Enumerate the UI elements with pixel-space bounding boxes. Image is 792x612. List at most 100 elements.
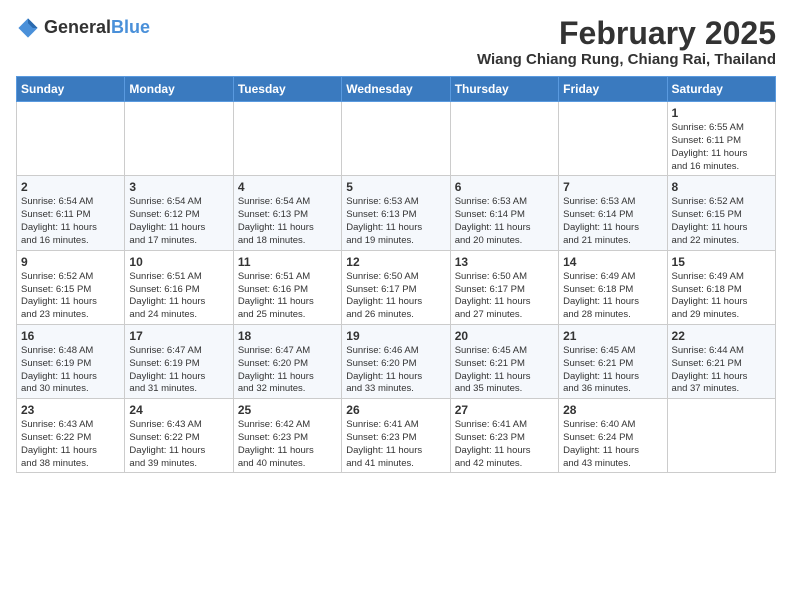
col-wednesday: Wednesday [342, 77, 450, 102]
logo-icon [16, 16, 40, 40]
col-monday: Monday [125, 77, 233, 102]
calendar-cell: 4Sunrise: 6:54 AM Sunset: 6:13 PM Daylig… [233, 176, 341, 250]
page-header: GeneralBlue February 2025 Wiang Chiang R… [16, 16, 776, 68]
day-info: Sunrise: 6:51 AM Sunset: 6:16 PM Dayligh… [238, 271, 337, 322]
calendar-cell: 28 Sunrise: 6:40 AM Sunset: 6:24 PM Dayli… [559, 399, 667, 473]
day-info: Sunrise: 6:49 AM Sunset: 6:18 PM Dayligh… [563, 271, 662, 322]
day-number: 23 [21, 403, 120, 417]
day-info: Sunrise: 6:44 AM Sunset: 6:21 PM Dayligh… [672, 345, 771, 396]
day-info: Sunrise: 6:49 AM Sunset: 6:18 PM Dayligh… [672, 271, 771, 322]
day-number: 26 [346, 403, 445, 417]
calendar-header-row: Sunday Monday Tuesday Wednesday Thursday… [17, 77, 776, 102]
day-number: 2 [21, 180, 120, 194]
calendar-cell: 7 Sunrise: 6:53 AM Sunset: 6:14 PM Daylig… [559, 176, 667, 250]
day-number: 28 [563, 403, 662, 417]
calendar-cell: 27Sunrise: 6:41 AM Sunset: 6:23 PM Dayli… [450, 399, 558, 473]
logo: GeneralBlue [16, 16, 150, 40]
col-friday: Friday [559, 77, 667, 102]
calendar-week-row: 23 Sunrise: 6:43 AM Sunset: 6:22 PM Dayli… [17, 399, 776, 473]
calendar-cell [125, 102, 233, 176]
day-info: Sunrise: 6:52 AM Sunset: 6:15 PM Dayligh… [21, 271, 120, 322]
calendar-cell: 14 Sunrise: 6:49 AM Sunset: 6:18 PM Dayli… [559, 250, 667, 324]
day-number: 27 [455, 403, 554, 417]
day-info: Sunrise: 6:50 AM Sunset: 6:17 PM Dayligh… [455, 271, 554, 322]
col-saturday: Saturday [667, 77, 775, 102]
calendar-week-row: 2 Sunrise: 6:54 AM Sunset: 6:11 PM Daylig… [17, 176, 776, 250]
calendar-cell: 24Sunrise: 6:43 AM Sunset: 6:22 PM Dayli… [125, 399, 233, 473]
day-info: Sunrise: 6:54 AM Sunset: 6:11 PM Dayligh… [21, 196, 120, 247]
day-info: Sunrise: 6:40 AM Sunset: 6:24 PM Dayligh… [563, 419, 662, 470]
day-info: Sunrise: 6:47 AM Sunset: 6:20 PM Dayligh… [238, 345, 337, 396]
day-number: 16 [21, 329, 120, 343]
day-info: Sunrise: 6:48 AM Sunset: 6:19 PM Dayligh… [21, 345, 120, 396]
calendar-cell: 9 Sunrise: 6:52 AM Sunset: 6:15 PM Daylig… [17, 250, 125, 324]
calendar-cell [17, 102, 125, 176]
day-info: Sunrise: 6:51 AM Sunset: 6:16 PM Dayligh… [129, 271, 228, 322]
day-info: Sunrise: 6:47 AM Sunset: 6:19 PM Dayligh… [129, 345, 228, 396]
day-info: Sunrise: 6:43 AM Sunset: 6:22 PM Dayligh… [129, 419, 228, 470]
day-info: Sunrise: 6:52 AM Sunset: 6:15 PM Dayligh… [672, 196, 771, 247]
calendar-cell: 26 Sunrise: 6:41 AM Sunset: 6:23 PM Dayli… [342, 399, 450, 473]
calendar-cell: 23 Sunrise: 6:43 AM Sunset: 6:22 PM Dayli… [17, 399, 125, 473]
day-info: Sunrise: 6:53 AM Sunset: 6:13 PM Dayligh… [346, 196, 445, 247]
calendar-cell [559, 102, 667, 176]
day-info: Sunrise: 6:41 AM Sunset: 6:23 PM Dayligh… [346, 419, 445, 470]
day-number: 7 [563, 180, 662, 194]
day-number: 9 [21, 255, 120, 269]
calendar-cell: 16 Sunrise: 6:48 AM Sunset: 6:19 PM Dayli… [17, 324, 125, 398]
day-info: Sunrise: 6:54 AM Sunset: 6:12 PM Dayligh… [129, 196, 228, 247]
calendar-cell: 18 Sunrise: 6:47 AM Sunset: 6:20 PM Dayli… [233, 324, 341, 398]
day-info: Sunrise: 6:45 AM Sunset: 6:21 PM Dayligh… [455, 345, 554, 396]
calendar-table: Sunday Monday Tuesday Wednesday Thursday… [16, 76, 776, 473]
day-number: 4 [238, 180, 337, 194]
calendar-cell: 10 Sunrise: 6:51 AM Sunset: 6:16 PM Dayli… [125, 250, 233, 324]
day-number: 15 [672, 255, 771, 269]
calendar-cell [233, 102, 341, 176]
col-tuesday: Tuesday [233, 77, 341, 102]
calendar-cell: 6Sunrise: 6:53 AM Sunset: 6:14 PM Daylig… [450, 176, 558, 250]
title-block: February 2025 Wiang Chiang Rung, Chiang … [477, 16, 776, 68]
day-number: 17 [129, 329, 228, 343]
calendar-week-row: 1Sunrise: 6:55 AM Sunset: 6:11 PM Daylig… [17, 102, 776, 176]
day-info: Sunrise: 6:43 AM Sunset: 6:22 PM Dayligh… [21, 419, 120, 470]
day-number: 25 [238, 403, 337, 417]
day-number: 22 [672, 329, 771, 343]
col-sunday: Sunday [17, 77, 125, 102]
calendar-cell: 2 Sunrise: 6:54 AM Sunset: 6:11 PM Daylig… [17, 176, 125, 250]
col-thursday: Thursday [450, 77, 558, 102]
calendar-cell: 13 Sunrise: 6:50 AM Sunset: 6:17 PM Dayli… [450, 250, 558, 324]
day-number: 13 [455, 255, 554, 269]
calendar-cell: 15 Sunrise: 6:49 AM Sunset: 6:18 PM Dayli… [667, 250, 775, 324]
calendar-cell: 1Sunrise: 6:55 AM Sunset: 6:11 PM Daylig… [667, 102, 775, 176]
day-info: Sunrise: 6:53 AM Sunset: 6:14 PM Dayligh… [563, 196, 662, 247]
calendar-cell: 22 Sunrise: 6:44 AM Sunset: 6:21 PM Dayli… [667, 324, 775, 398]
calendar-cell [342, 102, 450, 176]
calendar-cell: 19 Sunrise: 6:46 AM Sunset: 6:20 PM Dayli… [342, 324, 450, 398]
calendar-cell: 17 Sunrise: 6:47 AM Sunset: 6:19 PM Dayli… [125, 324, 233, 398]
calendar-cell: 20Sunrise: 6:45 AM Sunset: 6:21 PM Dayli… [450, 324, 558, 398]
logo-general-text: GeneralBlue [44, 18, 150, 38]
day-info: Sunrise: 6:46 AM Sunset: 6:20 PM Dayligh… [346, 345, 445, 396]
calendar-cell [450, 102, 558, 176]
day-number: 21 [563, 329, 662, 343]
day-number: 18 [238, 329, 337, 343]
day-number: 10 [129, 255, 228, 269]
day-number: 8 [672, 180, 771, 194]
day-number: 1 [672, 106, 771, 120]
day-number: 14 [563, 255, 662, 269]
calendar-cell: 12 Sunrise: 6:50 AM Sunset: 6:17 PM Dayli… [342, 250, 450, 324]
calendar-cell [667, 399, 775, 473]
calendar-cell: 8 Sunrise: 6:52 AM Sunset: 6:15 PM Daylig… [667, 176, 775, 250]
calendar-week-row: 16 Sunrise: 6:48 AM Sunset: 6:19 PM Dayli… [17, 324, 776, 398]
day-info: Sunrise: 6:45 AM Sunset: 6:21 PM Dayligh… [563, 345, 662, 396]
day-number: 12 [346, 255, 445, 269]
calendar-cell: 21 Sunrise: 6:45 AM Sunset: 6:21 PM Dayli… [559, 324, 667, 398]
day-number: 6 [455, 180, 554, 194]
day-number: 5 [346, 180, 445, 194]
calendar-cell: 5 Sunrise: 6:53 AM Sunset: 6:13 PM Daylig… [342, 176, 450, 250]
day-info: Sunrise: 6:50 AM Sunset: 6:17 PM Dayligh… [346, 271, 445, 322]
day-number: 19 [346, 329, 445, 343]
calendar-week-row: 9 Sunrise: 6:52 AM Sunset: 6:15 PM Daylig… [17, 250, 776, 324]
calendar-cell: 3Sunrise: 6:54 AM Sunset: 6:12 PM Daylig… [125, 176, 233, 250]
day-info: Sunrise: 6:42 AM Sunset: 6:23 PM Dayligh… [238, 419, 337, 470]
